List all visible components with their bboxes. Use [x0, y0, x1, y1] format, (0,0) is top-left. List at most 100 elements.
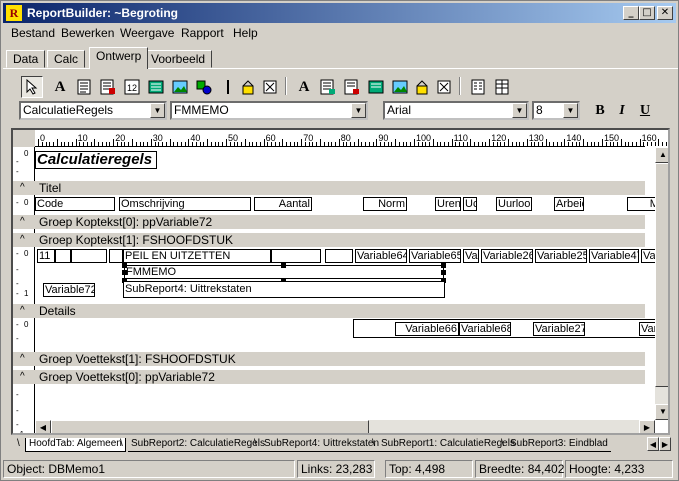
- column-omschrijving-label[interactable]: Omschrijving: [119, 197, 251, 211]
- empty-field[interactable]: [109, 249, 123, 263]
- selection-handle[interactable]: [281, 263, 286, 268]
- bold-button[interactable]: B: [589, 100, 611, 122]
- selection-handle[interactable]: [122, 270, 127, 275]
- columns-icon[interactable]: [467, 76, 489, 98]
- scroll-up-icon[interactable]: ▲: [655, 147, 668, 163]
- band-header-group1[interactable]: ^ Groep Koptekst[1]: FSHOOFDSTUK: [13, 233, 645, 247]
- band-header-group0[interactable]: ^ Groep Koptekst[0]: ppVariable72: [13, 215, 645, 229]
- field-combo[interactable]: FMMEMO ▼: [170, 101, 368, 120]
- db-image-icon[interactable]: [389, 76, 411, 98]
- column-uc-label[interactable]: Uc: [463, 197, 477, 211]
- tab-ontwerp[interactable]: Ontwerp: [89, 47, 149, 69]
- selection-handle[interactable]: [441, 263, 446, 268]
- shape-icon[interactable]: [193, 76, 215, 98]
- scroll-left-icon[interactable]: ◀: [35, 420, 51, 433]
- menu-bewerken[interactable]: Bewerken: [61, 26, 114, 40]
- column-arbeid-label[interactable]: Arbeid: [554, 197, 584, 211]
- text-label-icon[interactable]: A: [49, 76, 71, 98]
- empty-field[interactable]: [325, 249, 353, 263]
- datapipeline-combo[interactable]: CalculatieRegels ▼: [19, 101, 167, 120]
- band-header-details[interactable]: ^ Details: [13, 304, 645, 318]
- tab-hoofdtab[interactable]: HoofdTab: Algemeen: [25, 438, 126, 452]
- chevron-down-icon[interactable]: ▼: [563, 103, 578, 118]
- richtext-icon[interactable]: [97, 76, 119, 98]
- db-calc-icon[interactable]: [365, 76, 387, 98]
- horizontal-scrollbar[interactable]: ◀ ▶: [35, 420, 655, 433]
- db-richtext-icon[interactable]: [341, 76, 363, 98]
- band-column-header[interactable]: Code Omschrijving Aantal Norm Uren Uc Uu…: [35, 195, 667, 215]
- tab-voorbeeld[interactable]: Voorbeeld: [144, 50, 213, 68]
- subreport4-field[interactable]: SubReport4: Uittrekstaten: [123, 281, 445, 298]
- db-memo-icon[interactable]: [317, 76, 339, 98]
- calc-icon[interactable]: 12: [121, 76, 143, 98]
- tab-data[interactable]: Data: [6, 50, 46, 68]
- empty-field[interactable]: [271, 249, 321, 263]
- empty-field[interactable]: [55, 249, 71, 263]
- scroll-down-icon[interactable]: ▼: [655, 404, 668, 420]
- menu-bestand[interactable]: Bestand: [11, 26, 55, 40]
- minimize-button[interactable]: _: [623, 6, 639, 20]
- pointer-icon[interactable]: [21, 76, 43, 98]
- hoofdstuk-omschrijving-field[interactable]: PEIL EN UITZETTEN: [123, 249, 271, 263]
- title-bar[interactable]: R ReportBuilder: ~Begroting _ □ ✕: [3, 3, 676, 23]
- db-subreport-icon[interactable]: [433, 76, 455, 98]
- menu-weergave[interactable]: Weergave: [120, 26, 174, 40]
- vai-field[interactable]: Vai: [463, 249, 479, 263]
- variable66-field[interactable]: Variable66: [395, 322, 459, 336]
- line-icon[interactable]: [217, 76, 239, 98]
- empty-field[interactable]: [71, 249, 107, 263]
- font-combo[interactable]: Arial ▼: [383, 101, 529, 120]
- font-size-combo[interactable]: 8 ▼: [532, 101, 580, 120]
- column-uren-label[interactable]: Uren: [435, 197, 461, 211]
- vertical-scroll-thumb[interactable]: [655, 163, 668, 387]
- column-uurloon-label[interactable]: Uurloon: [496, 197, 532, 211]
- close-button[interactable]: ✕: [657, 6, 673, 20]
- variable65-field[interactable]: Variable65: [409, 249, 461, 263]
- selection-handle[interactable]: [122, 263, 127, 268]
- chevron-down-icon[interactable]: ▼: [512, 103, 527, 118]
- variable26-field[interactable]: Variable26: [481, 249, 533, 263]
- variable64-field[interactable]: Variable64: [355, 249, 407, 263]
- subreport-icon[interactable]: [259, 76, 281, 98]
- tab-subreport4[interactable]: SubReport4: Uittrekstaten: [261, 438, 383, 452]
- band-header-titel[interactable]: ^ Titel: [13, 181, 645, 195]
- variable27-field[interactable]: Variable27: [533, 322, 585, 336]
- grid-icon[interactable]: [491, 76, 513, 98]
- tab-subreport2[interactable]: SubReport2: CalculatieRegels: [128, 438, 268, 452]
- chevron-down-icon[interactable]: ▼: [351, 103, 366, 118]
- variable72-field[interactable]: Variable72: [43, 283, 95, 297]
- band-header-footer1[interactable]: ^ Groep Voettekst[1]: FSHOOFDSTUK: [13, 352, 645, 366]
- db-region-icon[interactable]: [411, 76, 433, 98]
- variable47-field[interactable]: Variable47: [589, 249, 639, 263]
- tab-subreport3[interactable]: SubReport3: Eindblad: [507, 438, 611, 452]
- column-aantal-label[interactable]: Aantal: [254, 197, 312, 211]
- tab-calc[interactable]: Calc: [47, 50, 86, 68]
- underline-button[interactable]: U: [634, 100, 656, 122]
- design-canvas[interactable]: 0 10 20 30 40 50 60 70 80 90 100 110 120 130 140 150 160…: [11, 128, 670, 435]
- column-code-label[interactable]: Code: [35, 197, 115, 211]
- vertical-scrollbar[interactable]: ▲ ▼: [655, 147, 668, 420]
- menu-rapport[interactable]: Rapport: [181, 26, 224, 40]
- horizontal-scroll-thumb[interactable]: [51, 420, 369, 433]
- italic-button[interactable]: I: [611, 100, 633, 122]
- db-calc-variable-icon[interactable]: [145, 76, 167, 98]
- db-text-icon[interactable]: A: [293, 76, 315, 98]
- variable25-field[interactable]: Variable25: [535, 249, 587, 263]
- band-title[interactable]: Calculatieregels: [35, 147, 645, 181]
- band-header-footer0[interactable]: ^ Groep Voettekst[0]: ppVariable72: [13, 370, 645, 384]
- hoofdstuk-nr-field[interactable]: 11: [37, 249, 55, 263]
- memo-icon[interactable]: [73, 76, 95, 98]
- band-footer0[interactable]: [35, 384, 645, 420]
- image-icon[interactable]: [169, 76, 191, 98]
- chevron-down-icon[interactable]: ▼: [150, 103, 165, 118]
- tab-scroll-right-icon[interactable]: ▶: [659, 437, 671, 451]
- variable68-field[interactable]: Variable68: [459, 322, 511, 336]
- band-details[interactable]: Variable66 Variable68 Variable27 Var: [35, 318, 667, 352]
- title-label[interactable]: Calculatieregels: [35, 151, 157, 169]
- tab-subreport1[interactable]: SubReport1: CalculatieRegels: [378, 438, 518, 452]
- scroll-right-icon[interactable]: ▶: [639, 420, 655, 433]
- maximize-button[interactable]: □: [639, 6, 655, 20]
- tab-scroll-left-icon[interactable]: ◀: [647, 437, 659, 451]
- selection-handle[interactable]: [441, 270, 446, 275]
- region-icon[interactable]: [237, 76, 259, 98]
